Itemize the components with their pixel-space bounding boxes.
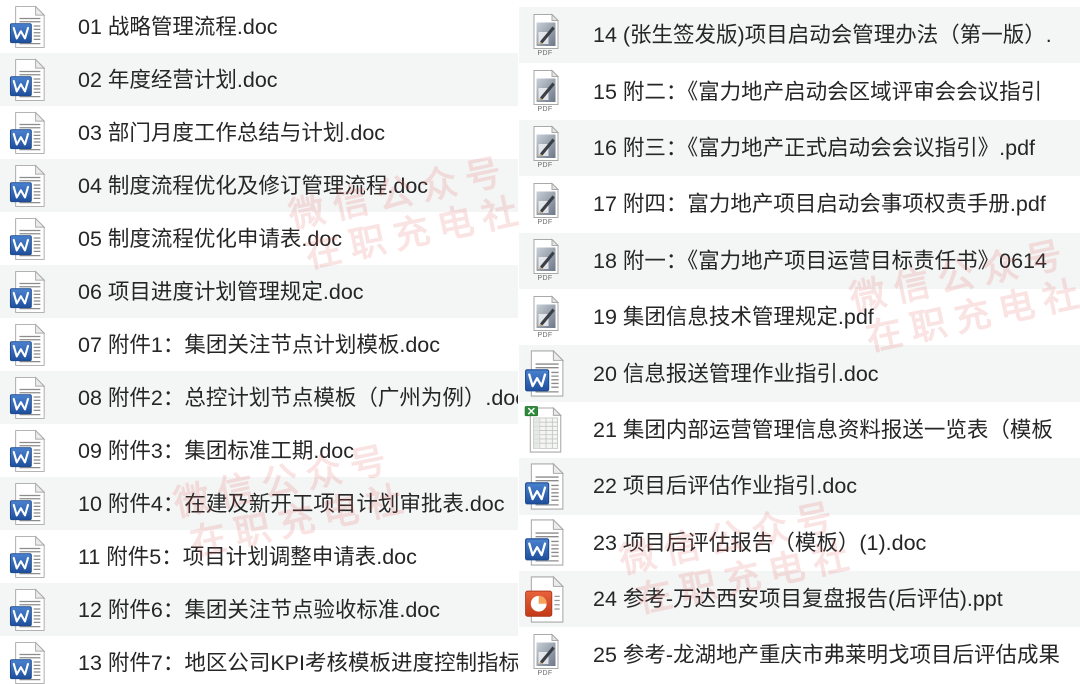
- word-doc-icon: [524, 349, 566, 398]
- word-doc-icon: [8, 164, 48, 208]
- pdf-label: PDF: [537, 669, 553, 677]
- file-name: 22 项目后评估作业指引.doc: [593, 474, 858, 499]
- file-name: 13 附件7：地区公司KPI考核模板进度控制指标: [78, 650, 518, 675]
- file-name: 15 附二：《富力地产启动会区域评审会会议指引: [593, 79, 1043, 104]
- pdf-label: PDF: [537, 106, 553, 114]
- file-name: 03 部门月度工作总结与计划.doc: [78, 120, 386, 145]
- file-name: 10 附件4：在建及新开工项目计划审批表.doc: [78, 491, 505, 516]
- word-doc-icon: [8, 535, 48, 579]
- file-name: 11 附件5：项目计划调整申请表.doc: [78, 544, 417, 569]
- file-row[interactable]: PDF 18 附一：《富力地产项目运营目标责任书》0614: [519, 232, 1080, 289]
- file-row[interactable]: 08 附件2：总控计划节点模板（广州为例）.doc: [0, 371, 518, 424]
- word-doc-icon: [8, 588, 48, 632]
- pdf-icon: PDF: [524, 13, 566, 58]
- file-row[interactable]: PDF 14 (张生签发版)项目启动会管理办法（第一版）.: [519, 7, 1080, 64]
- word-doc-icon: [8, 641, 48, 684]
- file-row[interactable]: 04 制度流程优化及修订管理流程.doc: [0, 159, 518, 212]
- word-doc-icon: [8, 482, 48, 526]
- pdf-label: PDF: [537, 162, 553, 170]
- file-name: 07 附件1：集团关注节点计划模板.doc: [78, 332, 440, 357]
- pdf-icon: PDF: [524, 238, 566, 283]
- file-row[interactable]: 07 附件1：集团关注节点计划模板.doc: [0, 318, 518, 371]
- pdf-icon: PDF: [524, 295, 566, 340]
- pdf-icon: PDF: [524, 69, 566, 114]
- word-doc-icon: [8, 270, 48, 314]
- file-name: 04 制度流程优化及修订管理流程.doc: [78, 173, 429, 198]
- file-name: 01 战略管理流程.doc: [78, 14, 278, 39]
- file-name: 02 年度经营计划.doc: [78, 67, 278, 92]
- pdf-label: PDF: [537, 331, 553, 339]
- file-name: 12 附件6：集团关注节点验收标准.doc: [78, 597, 440, 622]
- file-row[interactable]: 24 参考-万达西安项目复盘报告(后评估).ppt: [519, 570, 1080, 628]
- excel-icon: [524, 405, 566, 454]
- file-row[interactable]: PDF 19 集团信息技术管理规定.pdf: [519, 289, 1080, 345]
- word-doc-icon: [8, 111, 48, 155]
- pdf-label: PDF: [537, 275, 553, 283]
- file-name: 14 (张生签发版)项目启动会管理办法（第一版）.: [593, 23, 1052, 48]
- pdf-label: PDF: [537, 49, 553, 57]
- file-row[interactable]: 22 项目后评估作业指引.doc: [519, 458, 1080, 515]
- pdf-icon: PDF: [524, 125, 566, 170]
- file-row[interactable]: PDF 16 附三：《富力地产正式启动会会议指引》.pdf: [519, 119, 1080, 177]
- partial-row: [519, 0, 1080, 7]
- file-row[interactable]: PDF 15 附二：《富力地产启动会区域评审会会议指引: [519, 63, 1080, 119]
- file-name: 16 附三：《富力地产正式启动会会议指引》.pdf: [593, 135, 1036, 160]
- file-name: 21 集团内部运营管理信息资料报送一览表（模板: [593, 417, 1053, 442]
- file-name: 17 附四：富力地产项目启动会事项权责手册.pdf: [593, 192, 1046, 217]
- file-row[interactable]: 02 年度经营计划.doc: [0, 53, 518, 106]
- file-name: 19 集团信息技术管理规定.pdf: [593, 305, 874, 330]
- file-row[interactable]: 05 制度流程优化申请表.doc: [0, 212, 518, 265]
- word-doc-icon: [8, 323, 48, 367]
- word-doc-icon: [8, 58, 48, 102]
- pdf-icon: PDF: [524, 633, 566, 678]
- file-name: 06 项目进度计划管理规定.doc: [78, 279, 364, 304]
- file-row[interactable]: 12 附件6：集团关注节点验收标准.doc: [0, 583, 518, 636]
- file-row[interactable]: PDF 17 附四：富力地产项目启动会事项权责手册.pdf: [519, 176, 1080, 232]
- file-row[interactable]: 09 附件3：集团标准工期.doc: [0, 424, 518, 477]
- file-row[interactable]: PDF 25 参考-龙湖地产重庆市弗莱明戈项目后评估成果: [519, 627, 1080, 683]
- file-row[interactable]: 01 战略管理流程.doc: [0, 0, 518, 53]
- pdf-icon: PDF: [524, 182, 566, 227]
- file-row[interactable]: 11 附件5：项目计划调整申请表.doc: [0, 530, 518, 583]
- pdf-label: PDF: [537, 218, 553, 226]
- file-name: 18 附一：《富力地产项目运营目标责任书》0614: [593, 248, 1047, 273]
- file-list-right: PDF 14 (张生签发版)项目启动会管理办法（第一版）. PDF 15 附二：…: [519, 0, 1080, 684]
- file-row[interactable]: 21 集团内部运营管理信息资料报送一览表（模板: [519, 402, 1080, 458]
- file-row[interactable]: 20 信息报送管理作业指引.doc: [519, 345, 1080, 402]
- word-doc-icon: [8, 376, 48, 420]
- word-doc-icon: [524, 462, 566, 511]
- file-name: 23 项目后评估报告（模板）(1).doc: [593, 530, 927, 555]
- word-doc-icon: [524, 518, 566, 567]
- file-name: 24 参考-万达西安项目复盘报告(后评估).ppt: [593, 587, 1003, 612]
- file-row[interactable]: 06 项目进度计划管理规定.doc: [0, 265, 518, 318]
- file-row[interactable]: 23 项目后评估报告（模板）(1).doc: [519, 515, 1080, 571]
- file-list-left: 01 战略管理流程.doc 02 年度经营计划.doc 03 部门月度工作总结与…: [0, 0, 518, 684]
- finder-file-list: 01 战略管理流程.doc 02 年度经营计划.doc 03 部门月度工作总结与…: [0, 0, 1080, 684]
- file-name: 20 信息报送管理作业指引.doc: [593, 361, 879, 386]
- powerpoint-icon: [524, 575, 566, 624]
- file-name: 25 参考-龙湖地产重庆市弗莱明戈项目后评估成果: [593, 643, 1061, 668]
- word-doc-icon: [8, 217, 48, 261]
- word-doc-icon: [8, 5, 48, 49]
- word-doc-icon: [8, 429, 48, 473]
- file-name: 09 附件3：集团标准工期.doc: [78, 438, 354, 463]
- file-name: 05 制度流程优化申请表.doc: [78, 226, 343, 251]
- file-row[interactable]: 10 附件4：在建及新开工项目计划审批表.doc: [0, 477, 518, 530]
- file-name: 08 附件2：总控计划节点模板（广州为例）.doc: [78, 385, 518, 410]
- file-row[interactable]: 13 附件7：地区公司KPI考核模板进度控制指标: [0, 636, 518, 684]
- file-row[interactable]: 03 部门月度工作总结与计划.doc: [0, 106, 518, 159]
